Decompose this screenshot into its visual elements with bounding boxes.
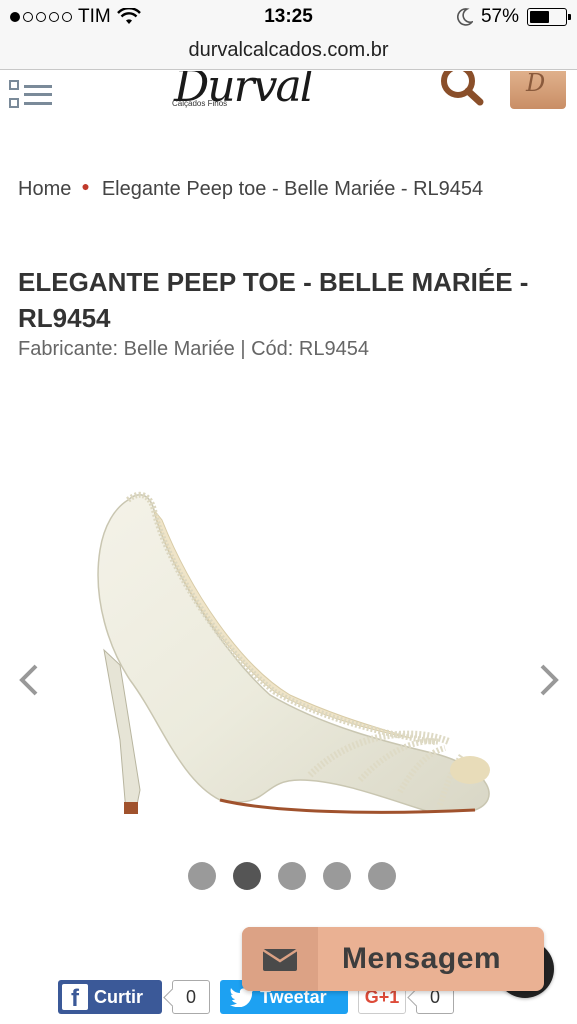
breadcrumb-home[interactable]: Home xyxy=(18,178,71,200)
message-icon-box xyxy=(242,927,318,991)
url-text: durvalcalcados.com.br xyxy=(188,39,389,61)
logo-tagline: Calçados Finos xyxy=(172,99,228,108)
status-bar: TIM 13:25 57% xyxy=(0,0,577,36)
moon-icon xyxy=(457,8,473,26)
site-logo[interactable]: Durval Calçados Finos xyxy=(160,71,350,119)
battery-percent: 57% xyxy=(480,6,519,27)
cart-icon[interactable]: D xyxy=(510,71,566,109)
battery-fill xyxy=(530,11,550,23)
gallery-prev-arrow-icon[interactable] xyxy=(14,660,44,700)
url-bar[interactable]: durvalcalcados.com.br xyxy=(0,36,577,70)
product-title: ELEGANTE PEEP TOE - BELLE MARIÉE - RL945… xyxy=(18,267,529,333)
gallery-page-dot[interactable] xyxy=(277,862,306,890)
product-gallery xyxy=(0,470,577,850)
message-widget-button[interactable]: Mensagem xyxy=(242,927,544,991)
message-widget-label: Mensagem xyxy=(342,942,502,975)
gallery-page-dot[interactable] xyxy=(187,862,216,890)
product-meta: Fabricante: Belle Mariée | Cód: RL9454 xyxy=(18,338,369,360)
breadcrumb: Home ● Elegante Peep toe - Belle Mariée - … xyxy=(18,172,538,203)
gallery-page-dot[interactable] xyxy=(322,862,351,890)
envelope-icon xyxy=(262,948,298,971)
status-right: 57% xyxy=(457,6,571,28)
battery-icon xyxy=(527,8,571,26)
cart-badge-letter: D xyxy=(526,71,546,97)
facebook-icon: f xyxy=(62,984,88,1012)
site-header: Durval Calçados Finos D xyxy=(0,71,577,121)
breadcrumb-separator-icon: ● xyxy=(81,178,90,194)
breadcrumb-current: Elegante Peep toe - Belle Mariée - RL945… xyxy=(101,178,484,200)
gallery-next-arrow-icon[interactable] xyxy=(534,660,564,700)
facebook-like-label: Curtir xyxy=(94,986,143,1007)
gallery-page-dot[interactable] xyxy=(232,862,261,890)
facebook-like-button[interactable]: f Curtir xyxy=(58,980,162,1014)
facebook-like-count: 0 xyxy=(172,980,210,1014)
search-icon[interactable] xyxy=(438,71,486,109)
menu-icon[interactable] xyxy=(8,77,56,113)
product-image[interactable] xyxy=(70,480,510,830)
gallery-page-dot[interactable] xyxy=(367,862,396,890)
gallery-pagination xyxy=(0,862,577,890)
